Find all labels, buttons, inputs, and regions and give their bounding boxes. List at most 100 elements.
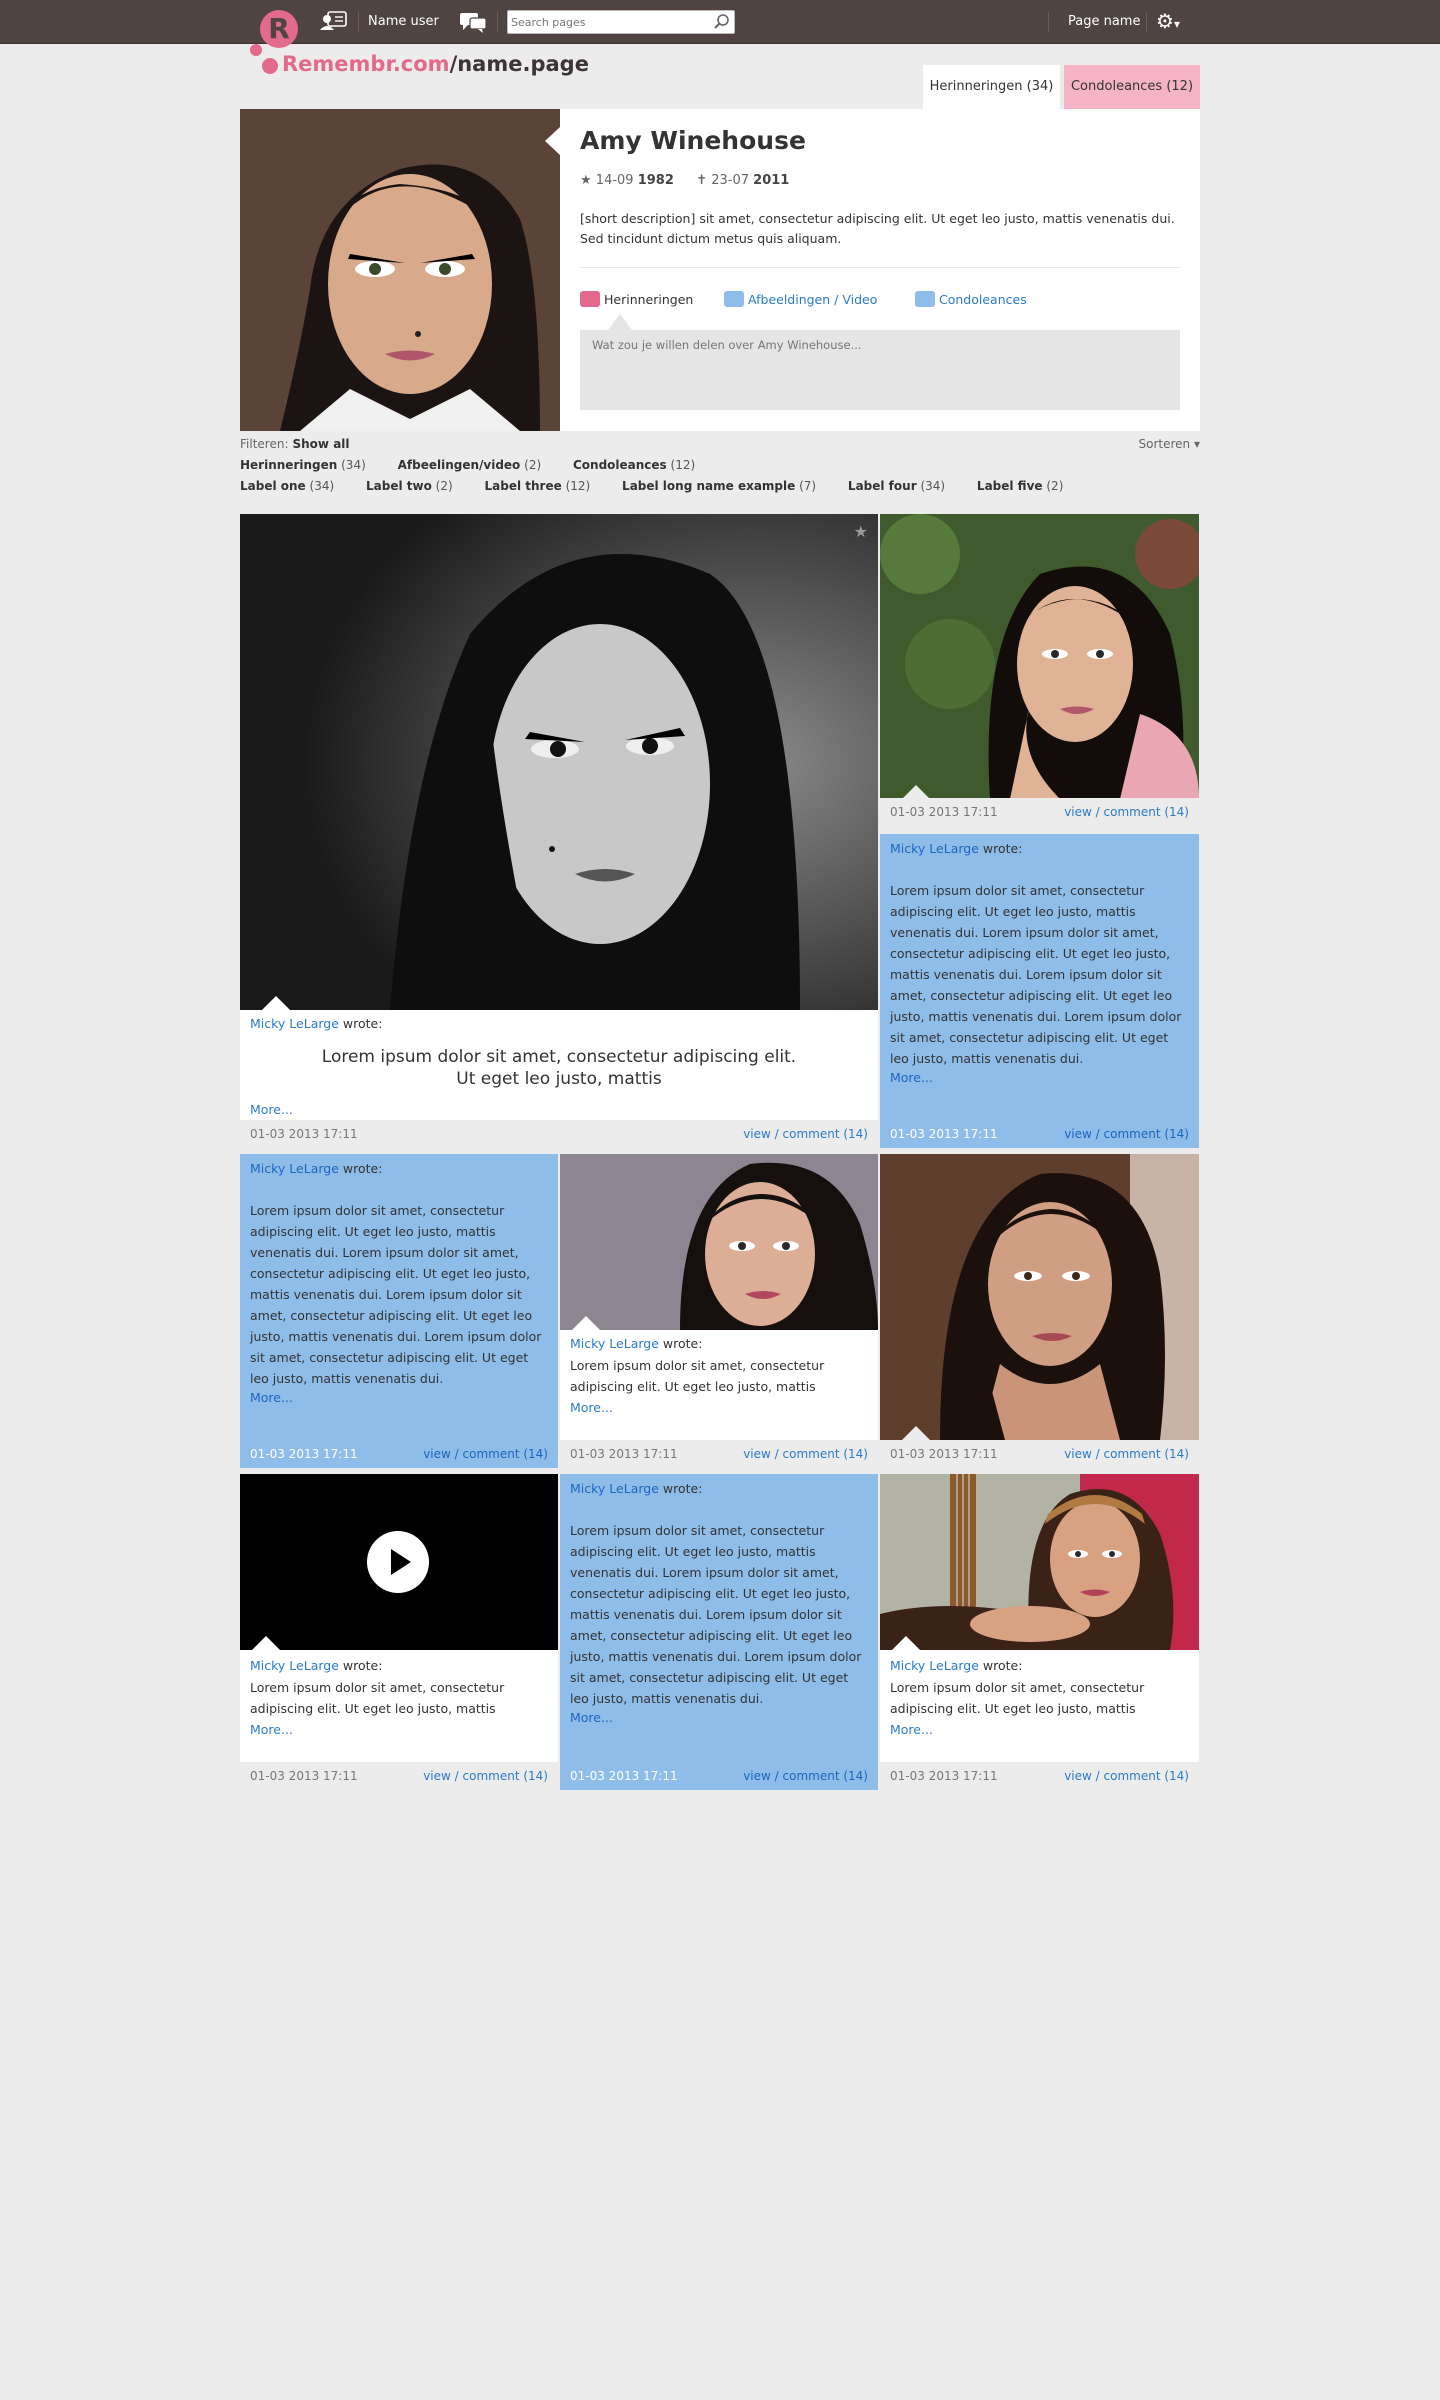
filter-label-item[interactable]: Label three (12) [485, 479, 605, 493]
author-link[interactable]: Micky LeLarge [570, 1336, 659, 1351]
user-name-link[interactable]: Name user [368, 14, 439, 29]
comment-link[interactable]: comment (14) [1104, 805, 1189, 819]
memory-card-photo[interactable]: 01-03 2013 17:11 view / comment (14) [880, 514, 1199, 826]
post-tab-herinneringen[interactable]: Herinneringen [580, 289, 693, 311]
comment-link[interactable]: comment (14) [783, 1127, 868, 1141]
divider [580, 267, 1180, 268]
view-link[interactable]: view [743, 1769, 771, 1783]
memory-photo[interactable] [880, 1474, 1199, 1650]
author-link[interactable]: Micky LeLarge [570, 1481, 659, 1496]
author-link[interactable]: Micky LeLarge [250, 1161, 339, 1176]
more-link[interactable]: More... [890, 1722, 933, 1737]
memory-photo[interactable] [560, 1154, 878, 1330]
profile-photo[interactable] [240, 109, 560, 431]
comment-link[interactable]: comment (14) [1104, 1447, 1189, 1461]
memory-photo[interactable] [880, 514, 1199, 799]
more-link[interactable]: More... [570, 1710, 613, 1725]
author-link[interactable]: Micky LeLarge [250, 1658, 339, 1673]
filter-type-item[interactable]: Condoleances (12) [573, 458, 709, 472]
photo-pointer [545, 127, 560, 155]
more-link[interactable]: More... [570, 1400, 613, 1415]
author-link[interactable]: Micky LeLarge [890, 1658, 979, 1673]
card-actions: view / comment (14) [1064, 1762, 1189, 1790]
memory-card-text[interactable]: Micky LeLarge wrote: Lorem ipsum dolor s… [880, 834, 1199, 1148]
logo-icon[interactable]: R [260, 10, 298, 48]
speech-bubble-icon [580, 291, 600, 307]
filter-label-item[interactable]: Label five (2) [977, 479, 1077, 493]
post-tab-condoleances[interactable]: Condoleances [915, 289, 1027, 311]
filter-label-item[interactable]: Label one (34) [240, 479, 348, 493]
filter-label-item[interactable]: Label two (2) [366, 479, 467, 493]
memory-card-photo[interactable]: 01-03 2013 17:11 view / comment (14) [880, 1154, 1199, 1468]
card-actions: view / comment (14) [1064, 798, 1189, 826]
filter-type-item[interactable]: Afbeelingen/video (2) [398, 458, 556, 472]
tab-herinneringen[interactable]: Herinneringen (34) [923, 65, 1060, 109]
memory-card-photo[interactable]: Micky LeLarge wrote: Lorem ipsum dolor s… [880, 1474, 1199, 1790]
filter-label-item[interactable]: Label four (34) [848, 479, 959, 493]
filter-show-all[interactable]: Show all [293, 437, 350, 451]
post-tab-afbeeldingen[interactable]: Afbeeldingen / Video [724, 289, 877, 311]
short-description: [short description] sit amet, consectetu… [580, 211, 1175, 246]
card-pointer [252, 1636, 280, 1650]
video-thumbnail[interactable] [240, 1474, 558, 1650]
profile-card-icon[interactable] [318, 10, 348, 34]
search-icon[interactable] [713, 13, 731, 31]
settings-menu[interactable]: ⚙▾ [1156, 10, 1190, 34]
birth-day: 14-09 [595, 173, 634, 188]
view-link[interactable]: view [1064, 805, 1092, 819]
author-link[interactable]: Micky LeLarge [250, 1016, 339, 1031]
card-actions: view / comment (14) [1064, 1440, 1189, 1468]
memory-card-text[interactable]: Micky LeLarge wrote: Lorem ipsum dolor s… [560, 1474, 878, 1790]
comment-link[interactable]: comment (14) [783, 1447, 868, 1461]
view-link[interactable]: view [1064, 1127, 1092, 1141]
play-button[interactable] [367, 1531, 429, 1593]
memory-photo[interactable]: ★ [240, 514, 878, 1010]
brand-domain: Remembr.com [282, 52, 450, 76]
author-link[interactable]: Micky LeLarge [890, 841, 979, 856]
card-author: Micky LeLarge wrote: [890, 841, 1022, 856]
favorite-star-icon[interactable]: ★ [854, 522, 868, 541]
more-link[interactable]: More... [250, 1722, 293, 1737]
post-tab-label: Condoleances [939, 292, 1027, 307]
logo-dot [250, 44, 262, 56]
more-link[interactable]: More... [890, 1070, 933, 1085]
view-link[interactable]: view [1064, 1769, 1092, 1783]
view-link[interactable]: view [743, 1447, 771, 1461]
brand-url[interactable]: Remembr.com/name.page [282, 52, 589, 76]
memory-card-featured[interactable]: ★ Micky LeLarge wrote: Lorem ipsum dolor… [240, 514, 878, 1148]
comment-link[interactable]: comment (14) [1104, 1769, 1189, 1783]
memory-photo[interactable] [880, 1154, 1199, 1440]
filter-label-item[interactable]: Label long name example (7) [622, 479, 830, 493]
more-link[interactable]: More... [250, 1102, 293, 1117]
memory-card-photo[interactable]: Micky LeLarge wrote: Lorem ipsum dolor s… [560, 1154, 878, 1468]
separator: / [454, 1447, 459, 1461]
brand-page: name.page [457, 52, 589, 76]
filter-type-item[interactable]: Herinneringen (34) [240, 458, 380, 472]
search-input[interactable] [511, 13, 701, 31]
comment-link[interactable]: comment (14) [1104, 1127, 1189, 1141]
messages-icon[interactable] [458, 10, 488, 34]
search-box[interactable] [507, 10, 735, 34]
share-box[interactable] [580, 330, 1180, 410]
card-footer: 01-03 2013 17:11 view / comment (14) [880, 1440, 1199, 1468]
card-footer: 01-03 2013 17:11 view / comment (14) [880, 798, 1199, 826]
cross-icon: ✝ [696, 173, 708, 188]
comment-link[interactable]: comment (14) [463, 1769, 548, 1783]
tab-condoleances[interactable]: Condoleances (12) [1064, 65, 1200, 109]
view-link[interactable]: view [423, 1769, 451, 1783]
view-link[interactable]: view [1064, 1447, 1092, 1461]
memory-card-video[interactable]: Micky LeLarge wrote: Lorem ipsum dolor s… [240, 1474, 558, 1790]
view-link[interactable]: view [423, 1447, 451, 1461]
card-date: 01-03 2013 17:11 [890, 805, 998, 819]
share-input[interactable] [580, 330, 1180, 360]
view-link[interactable]: view [743, 1127, 771, 1141]
comment-link[interactable]: comment (14) [463, 1447, 548, 1461]
more-link[interactable]: More... [250, 1390, 293, 1405]
comment-link[interactable]: comment (14) [783, 1769, 868, 1783]
memory-card-text[interactable]: Micky LeLarge wrote: Lorem ipsum dolor s… [240, 1154, 558, 1468]
wrote-label: wrote: [982, 841, 1023, 856]
page-name-link[interactable]: Page name [1068, 14, 1140, 29]
sort-dropdown[interactable]: Sorteren ▾ [1139, 437, 1200, 451]
card-pointer [902, 1426, 930, 1440]
card-footer: 01-03 2013 17:11 view / comment (14) [560, 1762, 878, 1790]
